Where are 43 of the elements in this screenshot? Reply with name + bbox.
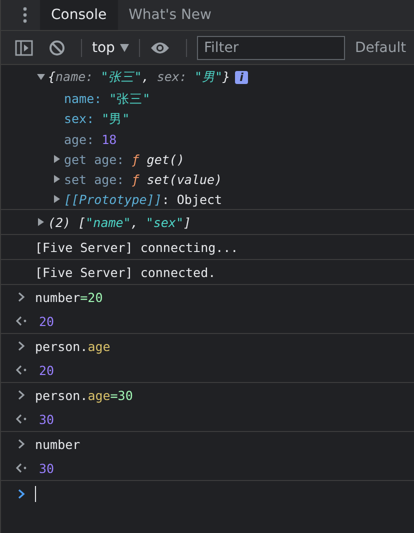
result-arrow-icon — [16, 463, 27, 473]
result-arrow-icon — [16, 365, 27, 375]
result-value: 30 — [39, 460, 54, 476]
clear-console-icon[interactable] — [49, 40, 65, 56]
result-arrow-icon — [16, 316, 27, 326]
collapse-arrow-icon[interactable] — [37, 73, 45, 81]
console-command: person.age — [35, 338, 110, 354]
log-message: [Five Server] connected. — [35, 264, 216, 280]
object-property: sex: "男" — [64, 110, 130, 128]
filter-field[interactable]: Filter — [196, 36, 345, 60]
eye-icon[interactable] — [150, 40, 170, 54]
console-command: number=20 — [35, 290, 103, 304]
result-arrow-icon — [16, 414, 27, 424]
more-menu-icon[interactable] — [23, 7, 27, 23]
result-value: 20 — [39, 314, 54, 328]
console-command: person.age=30 — [35, 388, 133, 402]
input-chevron-icon — [18, 292, 25, 302]
input-chevron-icon — [18, 439, 25, 449]
info-badge: i — [235, 70, 248, 84]
object-property: set age: ƒ set(value) — [64, 172, 222, 186]
sidebar-toggle-icon[interactable] — [15, 40, 33, 56]
object-preview: (2) ["name", "sex"] — [48, 214, 192, 230]
panel-tab[interactable]: Console — [40, 0, 118, 30]
object-property: name: "张三" — [64, 90, 150, 108]
input-chevron-icon — [18, 390, 25, 400]
console-command: number — [35, 436, 80, 452]
caret-icon — [120, 44, 129, 52]
expand-arrow-icon[interactable] — [53, 195, 61, 203]
panel-tab[interactable]: What's New — [118, 0, 222, 30]
log-message: [Five Server] connecting... — [35, 240, 238, 254]
object-property: age: 18 — [64, 132, 117, 146]
prompt-chevron-icon — [18, 489, 25, 499]
expand-arrow-icon[interactable] — [53, 175, 61, 183]
result-value: 20 — [39, 362, 54, 378]
expand-arrow-icon[interactable] — [37, 218, 45, 226]
input-chevron-icon — [18, 341, 25, 351]
log-levels-dropdown[interactable]: Default — [354, 40, 406, 56]
context-dropdown[interactable]: top — [92, 40, 129, 56]
object-property: get age: ƒ get() — [64, 152, 184, 166]
result-value: 30 — [39, 412, 54, 426]
object-property: [[Prototype]]: Object — [64, 192, 222, 206]
expand-arrow-icon[interactable] — [53, 155, 61, 163]
object-preview: {name: "张三", sex: "男"} — [48, 68, 230, 86]
